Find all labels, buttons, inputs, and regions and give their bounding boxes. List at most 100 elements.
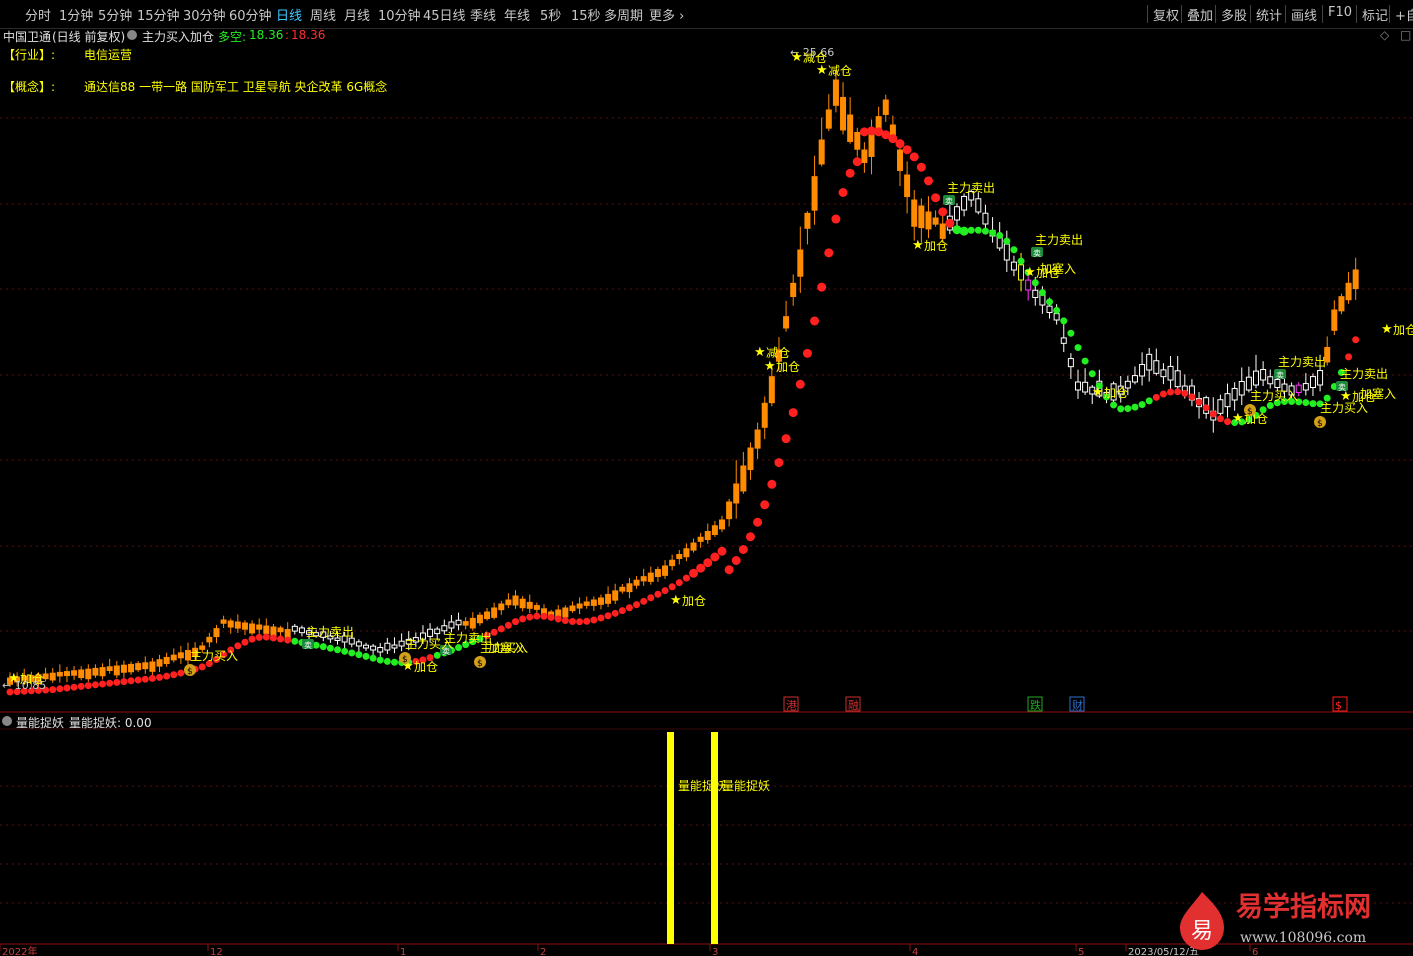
trend-dot <box>1174 388 1182 396</box>
toolbar-btn-0[interactable]: 复权 <box>1153 5 1179 24</box>
toolbar-divider <box>1147 5 1148 23</box>
indicator-toggle-icon[interactable] <box>127 28 137 42</box>
candle-body <box>1003 243 1010 261</box>
toolbar-btn-7[interactable]: +自 <box>1395 5 1413 24</box>
trend-dot <box>533 612 541 620</box>
date-label: 2 <box>540 947 546 955</box>
trend-dot <box>640 597 648 605</box>
candle-body <box>847 114 854 142</box>
candle-body <box>619 586 626 592</box>
candle-body <box>170 654 177 661</box>
trend-dot <box>504 621 512 629</box>
trend-dot <box>241 638 249 646</box>
trend-dot <box>390 658 398 666</box>
period-tab-13[interactable]: 5秒 <box>540 5 561 24</box>
candle-body <box>120 664 127 673</box>
candle-body <box>811 176 818 211</box>
period-tab-16[interactable]: 更多 › <box>649 5 684 24</box>
candle-body <box>612 590 619 601</box>
trend-dot <box>369 654 377 662</box>
trend-dot <box>1152 393 1160 401</box>
period-tab-8[interactable]: 月线 <box>344 5 370 24</box>
period-tab-12[interactable]: 年线 <box>504 5 530 24</box>
toolbar-divider <box>1356 5 1357 23</box>
toolbar-btn-5[interactable]: F10 <box>1328 5 1352 20</box>
trend-dot <box>909 152 919 162</box>
period-tab-14[interactable]: 15秒 <box>571 5 601 24</box>
period-tab-9[interactable]: 10分钟 <box>378 5 421 24</box>
candle-body <box>156 659 163 667</box>
trend-dot <box>1067 329 1075 337</box>
toolbar-btn-6[interactable]: 标记 <box>1362 5 1388 24</box>
trend-dot <box>319 643 327 651</box>
candle-body <box>355 641 362 647</box>
candle-body <box>384 642 391 651</box>
period-tab-4[interactable]: 30分钟 <box>183 5 226 24</box>
period-tab-3[interactable]: 15分钟 <box>137 5 180 24</box>
period-tab-2[interactable]: 5分钟 <box>98 5 132 24</box>
trend-dot <box>1302 399 1310 407</box>
trend-dot <box>1124 405 1132 413</box>
buy-signal-label: 主力买入 <box>405 637 453 651</box>
period-tab-1[interactable]: 1分钟 <box>59 5 93 24</box>
trend-dot <box>1046 298 1054 306</box>
period-tab-10[interactable]: 45日线 <box>423 5 466 24</box>
indicator-name[interactable]: 主力买入加仓 <box>142 28 214 45</box>
candle-body <box>498 603 505 611</box>
volume-spike-bar <box>667 732 674 944</box>
date-label: 12 <box>210 947 223 955</box>
event-marker: 融 <box>848 699 859 712</box>
duokong-value-2: 18.36 <box>291 28 326 42</box>
toolbar-btn-1[interactable]: 叠加 <box>1187 5 1213 24</box>
candle-body <box>669 559 676 567</box>
toolbar-divider <box>1250 5 1251 23</box>
trend-dot <box>255 633 263 641</box>
volume-spike-bar <box>711 732 718 944</box>
candle-body <box>519 598 526 609</box>
period-tab-11[interactable]: 季线 <box>470 5 496 24</box>
candle-body <box>1131 375 1138 383</box>
trend-dot <box>1010 246 1018 254</box>
candle-body <box>1139 364 1146 377</box>
buy-signal-label: 主力买入 <box>190 649 238 663</box>
period-tab-5[interactable]: 60分钟 <box>229 5 272 24</box>
signal-label: 加仓 <box>1104 386 1128 400</box>
toolbar-btn-3[interactable]: 统计 <box>1256 5 1282 24</box>
stock-name[interactable]: 中国卫通 <box>3 28 51 45</box>
toolbar-btn-4[interactable]: 画线 <box>1291 5 1317 24</box>
trend-dot <box>1110 401 1118 409</box>
candle-body <box>1046 305 1053 313</box>
sell-icon-text: 卖 <box>304 641 312 650</box>
candle-body <box>897 149 903 171</box>
trend-dot <box>348 649 356 657</box>
period-tab-15[interactable]: 多周期 <box>604 5 643 24</box>
toolbar-btn-2[interactable]: 多股 <box>1221 5 1247 24</box>
toolbar-divider <box>1215 5 1216 23</box>
candle-body <box>1231 388 1238 401</box>
candle-body <box>448 621 455 629</box>
star-icon: ★ <box>791 50 803 65</box>
trend-dot <box>113 678 121 686</box>
sub-toggle-icon[interactable] <box>2 714 12 728</box>
candle-body <box>1146 353 1153 371</box>
diamond-icon[interactable]: ◇ <box>1380 28 1389 42</box>
trend-dot <box>106 679 114 687</box>
candle-body <box>427 628 434 637</box>
trend-dot <box>1138 401 1146 409</box>
candle-body <box>149 661 156 672</box>
trend-dot <box>590 616 598 624</box>
period-tab-7[interactable]: 周线 <box>310 5 336 24</box>
trend-dot <box>717 546 727 556</box>
trend-dot <box>1266 401 1274 409</box>
period-tab-0[interactable]: 分时 <box>25 5 51 24</box>
collapse-icon[interactable]: □ <box>1400 28 1411 42</box>
trend-dot <box>824 248 834 258</box>
kline-chart[interactable]: ← 25.66← 10.85★ 加仓★ 加仓★ 加仓★ 减仓★ 加仓★ 减仓★ 减仓★ 加仓★ 加… <box>0 44 1413 955</box>
candle-body <box>1274 378 1281 389</box>
trend-dot <box>1031 279 1039 287</box>
trend-dot <box>248 635 256 643</box>
candle-body <box>377 646 384 653</box>
period-tab-6[interactable]: 日线 <box>276 5 302 24</box>
trend-dot <box>170 671 178 679</box>
sub-indicator-name[interactable]: 量能捉妖 <box>16 714 64 731</box>
